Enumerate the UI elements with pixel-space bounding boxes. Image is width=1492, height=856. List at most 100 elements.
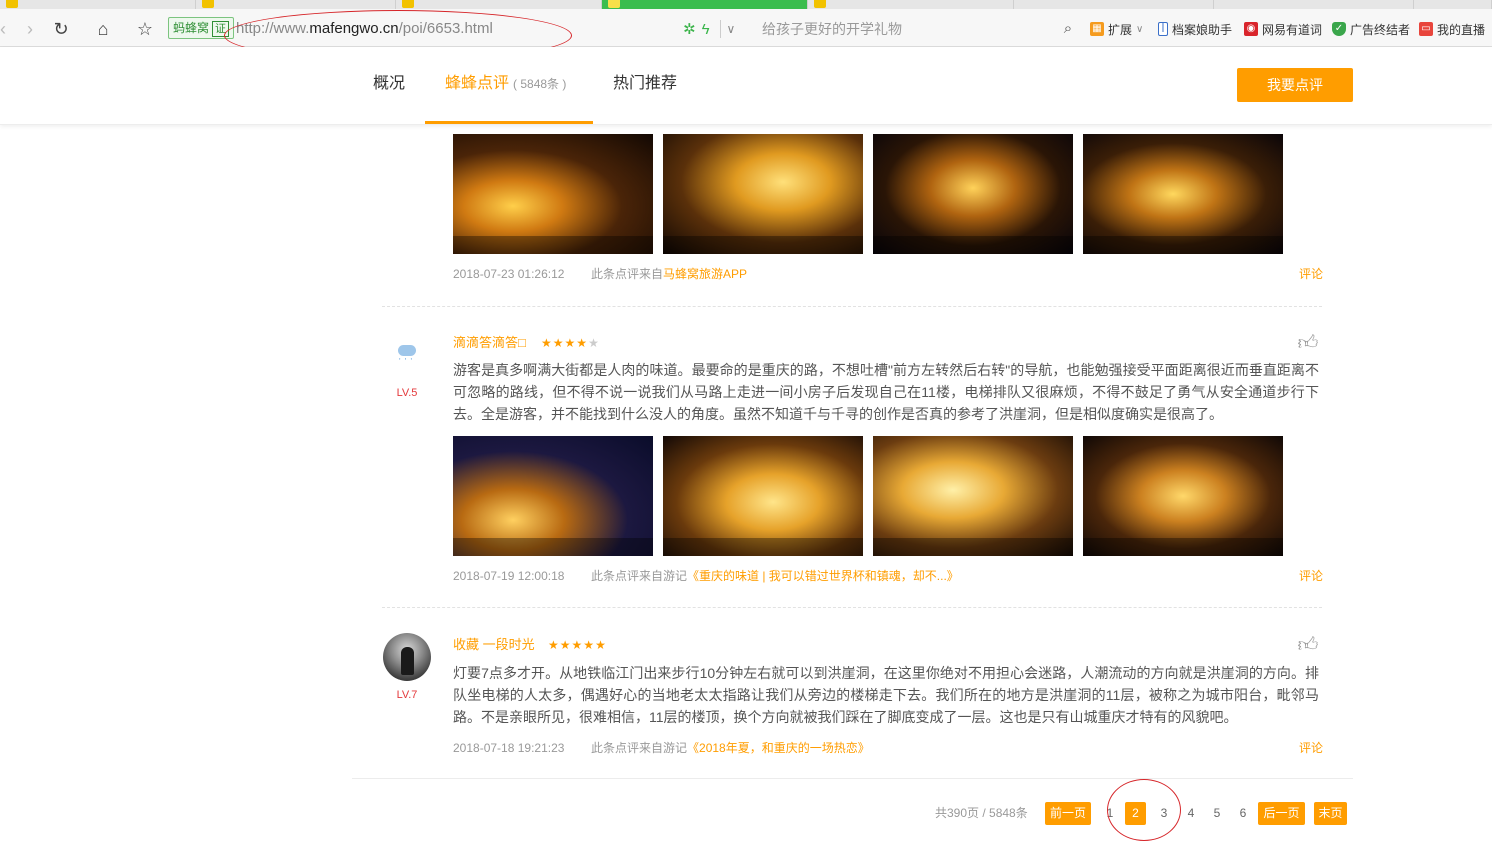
browser-tab-strip	[0, 0, 1492, 9]
user-level: LV.5	[396, 387, 418, 399]
star-icon: ★	[541, 336, 553, 350]
tab-reviews-label: 蜂蜂点评	[445, 75, 510, 92]
star-icon: ★	[571, 638, 584, 652]
speed-mode-lightning-icon[interactable]: ϟ	[702, 21, 710, 38]
review-source-link[interactable]: 马蜂窝旅游APP	[663, 267, 747, 281]
rating-stars: ★★★★★	[541, 334, 600, 352]
review-photo[interactable]	[663, 436, 863, 556]
review-photo[interactable]	[873, 436, 1073, 556]
review-photo[interactable]	[453, 436, 653, 556]
star-icon: ★	[595, 638, 607, 652]
search-input[interactable]: 给孩子更好的开学礼物	[762, 18, 1082, 40]
tab-overview[interactable]: 概况	[373, 73, 405, 95]
url-prefix: http://www.	[236, 20, 310, 37]
active-tab-underline	[425, 121, 593, 124]
user-level: LV.7	[396, 689, 418, 701]
forward-arrow-icon[interactable]: ›	[19, 18, 41, 40]
next-page-button[interactable]: 后一页	[1258, 802, 1305, 825]
review-text: 游客是真多啊满大街都是人肉的味道。最要命的是重庆的路，不想吐槽"前方左转然后右转…	[453, 362, 1319, 422]
security-check-icon[interactable]: ✲	[683, 20, 696, 38]
thumbs-up-icon[interactable]: 👍︎	[1296, 331, 1320, 355]
extension-youdao[interactable]: ◉ 网易有道词	[1244, 18, 1322, 40]
reload-icon[interactable]: ↻	[50, 18, 72, 40]
extension-adblock[interactable]: ✓ 广告终结者	[1332, 18, 1410, 40]
review-source-prefix: 此条点评来自游记	[591, 741, 688, 755]
address-bar-actions: ✲ ϟ ∨	[683, 18, 735, 40]
write-review-button[interactable]: 我要点评	[1237, 68, 1353, 102]
certificate-label: 蚂蜂窝	[173, 21, 210, 35]
current-page[interactable]: 2	[1125, 802, 1146, 825]
review-photo[interactable]	[1083, 436, 1283, 556]
star-icon: ★	[588, 336, 600, 350]
adblock-shield-icon: ✓	[1332, 22, 1346, 36]
star-icon: ★	[564, 336, 577, 350]
tab-favicon-icon	[202, 0, 214, 8]
search-icon[interactable]: ⌕	[1058, 18, 1078, 40]
page-number[interactable]: 3	[1156, 802, 1172, 825]
chevron-down-icon[interactable]: ∨	[727, 22, 736, 36]
avatar[interactable]	[383, 633, 431, 681]
back-arrow-icon[interactable]: ‹	[0, 18, 14, 40]
page-number[interactable]: 6	[1235, 802, 1251, 825]
review-photo[interactable]	[663, 134, 863, 254]
browser-tab[interactable]	[1414, 0, 1492, 9]
list-bottom-divider	[352, 778, 1353, 779]
review-meta: 2018-07-23 01:26:12 此条点评来自马蜂窝旅游APP	[453, 266, 1053, 282]
youdao-icon: ◉	[1244, 22, 1258, 36]
review-username[interactable]: 收藏 一段时光	[453, 636, 535, 654]
review-photo[interactable]	[1083, 134, 1283, 254]
review-source-link[interactable]: 《重庆的味道 | 我可以错过世界杯和镇魂，却不...》	[687, 569, 959, 583]
certificate-mark: 证	[212, 21, 230, 37]
avatar[interactable]: ' ' '	[383, 331, 431, 379]
url-path: /poi/6653.html	[398, 20, 493, 37]
review-source-prefix: 此条点评来自游记	[591, 569, 688, 583]
browser-tab[interactable]	[1014, 0, 1214, 9]
review-source-link[interactable]: 《2018年夏，和重庆的一场热恋》	[687, 741, 870, 755]
live-tv-icon: ▭	[1419, 22, 1433, 36]
browser-toolbar: ‹ › ↻ ⌂ ☆ 蚂蜂窝证 http://www.mafengwo.cn/po…	[0, 9, 1492, 47]
tab-recommendations[interactable]: 热门推荐	[613, 73, 677, 95]
browser-tab[interactable]	[1214, 0, 1414, 9]
page-number[interactable]: 1	[1102, 802, 1118, 825]
review-photo[interactable]	[453, 134, 653, 254]
prev-page-button[interactable]: 前一页	[1045, 802, 1091, 825]
extensions-menu[interactable]: ▦ 扩展 ∨	[1090, 18, 1143, 40]
comment-link[interactable]: 评论	[1299, 266, 1323, 282]
extension-archive-assistant[interactable]: ꟾ 档案娘助手	[1158, 18, 1232, 40]
review-count: ( 5848条 )	[513, 77, 567, 91]
star-icon: ★	[552, 336, 565, 350]
star-icon: ★	[576, 336, 589, 350]
review-meta: 2018-07-19 12:00:18 此条点评来自游记《重庆的味道 | 我可以…	[453, 568, 1153, 584]
divider	[719, 20, 721, 38]
extension-label: 广告终结者	[1350, 22, 1411, 37]
comment-link[interactable]: 评论	[1299, 740, 1323, 756]
thumbs-up-icon[interactable]: 👍︎	[1296, 633, 1320, 657]
browser-tab-active[interactable]	[602, 0, 808, 9]
avatar-figure	[401, 647, 414, 675]
extension-label: 网易有道词	[1262, 22, 1323, 37]
comment-link[interactable]: 评论	[1299, 568, 1323, 584]
review-photo[interactable]	[873, 134, 1073, 254]
tab-favicon-icon	[6, 0, 18, 8]
address-bar[interactable]: http://www.mafengwo.cn/poi/6653.html	[236, 18, 493, 40]
extension-live[interactable]: ▭ 我的直播	[1419, 18, 1485, 40]
browser-tab[interactable]	[396, 0, 602, 9]
tab-reviews[interactable]: 蜂蜂点评( 5848条 )	[445, 73, 566, 95]
review-text: 灯要7点多才开。从地铁临江门出来步行10分钟左右就可以到洪崖洞，在这里你绝对不用…	[453, 665, 1319, 725]
browser-tab[interactable]	[808, 0, 1014, 9]
review-divider	[382, 607, 1322, 608]
browser-tab[interactable]	[196, 0, 396, 9]
pagination-summary: 共390页 / 5848条	[935, 806, 1028, 820]
archive-assistant-icon: ꟾ	[1158, 22, 1168, 36]
review-username[interactable]: 滴滴答滴答□	[453, 334, 526, 352]
bookmark-star-icon[interactable]: ☆	[134, 18, 156, 40]
page-number[interactable]: 5	[1209, 802, 1225, 825]
browser-tab[interactable]	[0, 0, 196, 9]
site-certificate-badge[interactable]: 蚂蜂窝证	[168, 17, 235, 39]
rain-drops-icon: ' ' '	[399, 357, 414, 366]
rating-stars: ★★★★★	[548, 636, 607, 654]
extension-label: 我的直播	[1437, 22, 1486, 37]
page-number[interactable]: 4	[1183, 802, 1199, 825]
home-icon[interactable]: ⌂	[92, 18, 114, 40]
last-page-button[interactable]: 末页	[1314, 802, 1347, 825]
